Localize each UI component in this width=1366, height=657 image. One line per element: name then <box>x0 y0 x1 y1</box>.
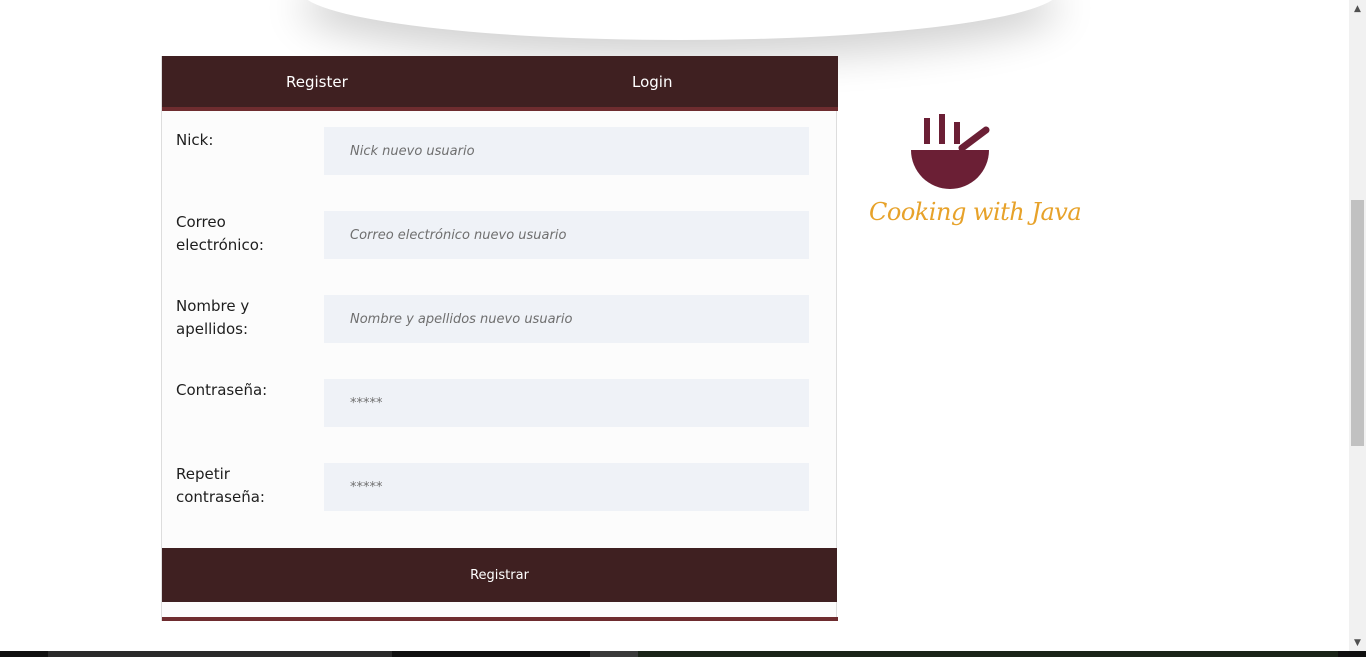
email-label: Correo electrónico: <box>176 213 264 254</box>
bowl-steam-icon <box>911 114 990 189</box>
scroll-down-arrow-icon[interactable]: ▼ <box>1349 634 1366 651</box>
logo-text: Cooking with Java <box>869 198 1082 226</box>
tab-login[interactable]: Login <box>492 56 838 107</box>
nick-label: Nick: <box>176 131 214 149</box>
page-scrollbar[interactable]: ▲ ▼ <box>1349 0 1366 651</box>
scroll-up-arrow-icon[interactable]: ▲ <box>1349 0 1366 17</box>
repeat-password-label: Repetir contraseña: <box>176 465 265 506</box>
auth-tabs: Register Login <box>162 56 838 111</box>
register-button[interactable]: Registrar <box>162 548 837 602</box>
email-input[interactable] <box>324 211 809 259</box>
panel-bottom-border <box>162 617 838 621</box>
password-input[interactable] <box>324 379 809 427</box>
taskbar-segment <box>590 651 638 657</box>
taskbar-edge <box>0 651 1366 657</box>
nick-input[interactable] <box>324 127 809 175</box>
register-panel: Register Login Nick: Correo electrónico:… <box>161 56 838 621</box>
header-shadow <box>300 0 1060 40</box>
taskbar-segment <box>48 651 392 657</box>
repeat-password-input[interactable] <box>324 463 809 511</box>
fullname-label: Nombre y apellidos: <box>176 297 250 338</box>
password-label: Contraseña: <box>176 381 268 399</box>
taskbar-segment <box>638 651 1338 657</box>
tab-register[interactable]: Register <box>162 56 492 107</box>
fullname-input[interactable] <box>324 295 809 343</box>
scroll-thumb[interactable] <box>1351 200 1364 446</box>
